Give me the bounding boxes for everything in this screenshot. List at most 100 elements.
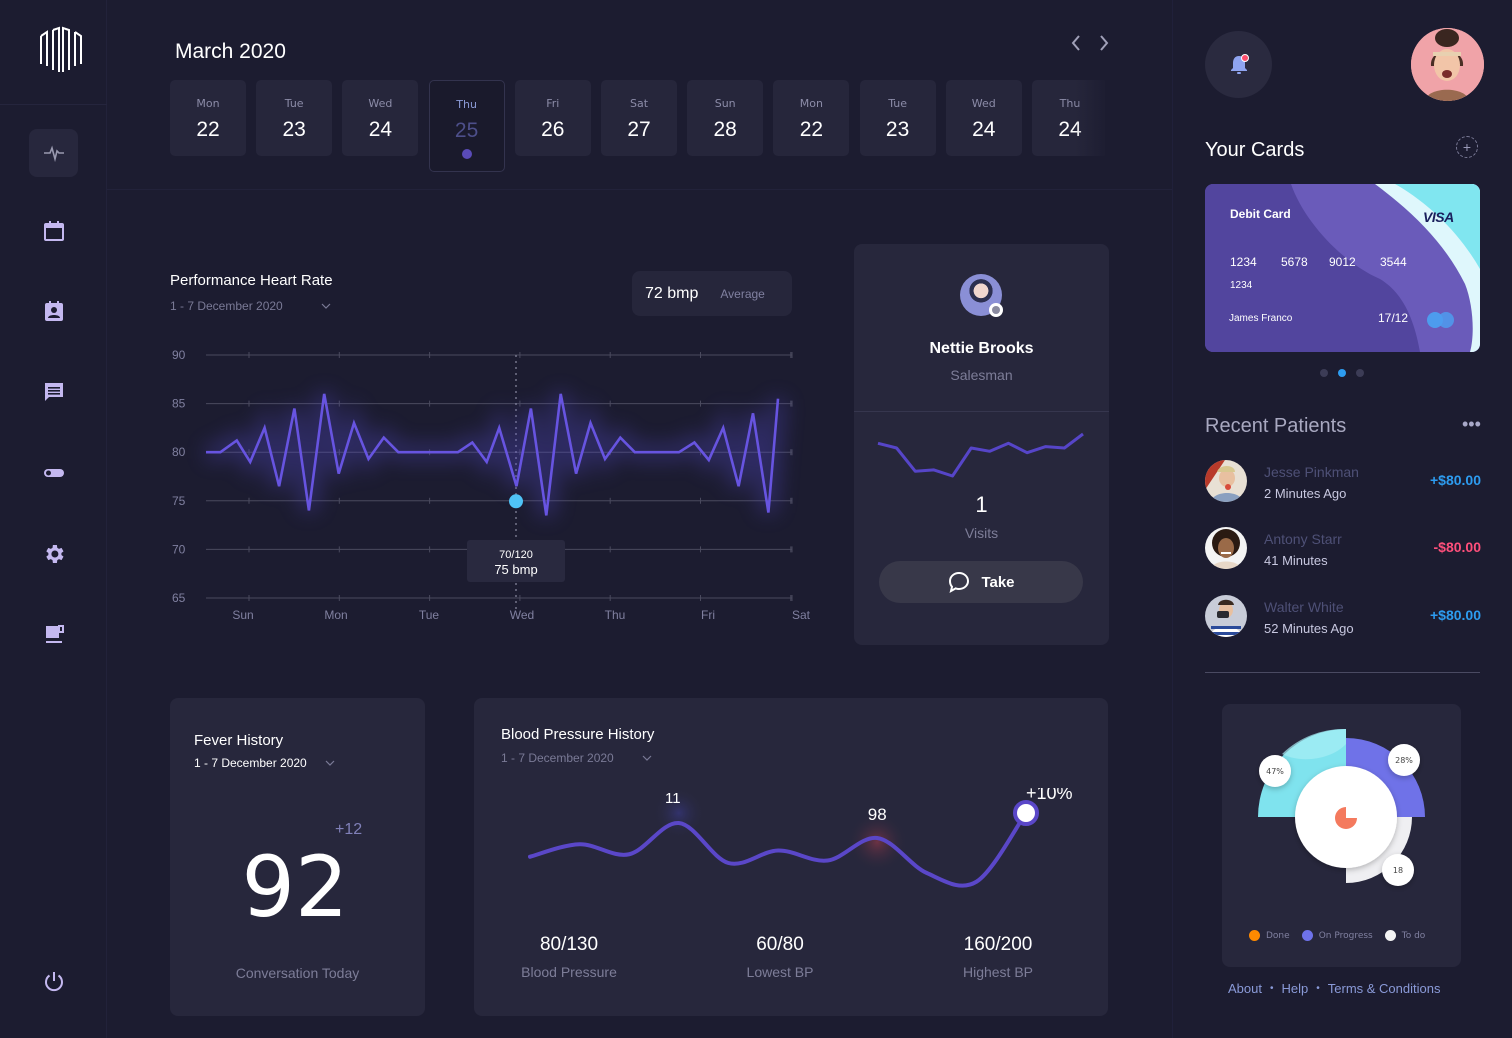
patient-item[interactable]: Walter White 52 Minutes Ago +$80.00	[1205, 595, 1481, 641]
calendar-day[interactable]: Tue 23	[859, 80, 936, 156]
header-divider	[107, 189, 1172, 190]
separator: •	[1316, 983, 1320, 994]
patient-time: 41 Minutes	[1264, 553, 1328, 568]
y-tick-label: 85	[172, 397, 186, 411]
nav-item-calendar[interactable]	[29, 207, 78, 255]
day-name: Fri	[546, 97, 560, 110]
legend-item-todo[interactable]: To do	[1384, 930, 1425, 941]
doctor-card: Nettie Brooks Salesman 1 Visits Take	[854, 244, 1109, 645]
day-number: 22	[799, 118, 824, 141]
sidebar	[0, 0, 107, 1038]
calendar-next-button[interactable]	[1096, 32, 1112, 54]
legend-swatch	[1249, 930, 1260, 941]
day-number: 28	[713, 118, 737, 141]
take-button[interactable]: Take	[879, 561, 1083, 603]
nav-item-toggles[interactable]	[29, 449, 78, 497]
calendar-day[interactable]: Wed 24	[342, 80, 419, 156]
brand-logo-icon[interactable]	[38, 26, 84, 74]
patient-item[interactable]: Jesse Pinkman 2 Minutes Ago +$80.00	[1205, 460, 1481, 506]
calendar-nav	[1068, 32, 1112, 54]
bp-stat-value: 80/130	[539, 934, 599, 955]
legend-swatch	[1301, 930, 1313, 941]
end-point[interactable]	[1013, 800, 1039, 826]
heart-rate-chart[interactable]: Sun Mon Tue Wed Thu Fri Sat 90 85 80 75 70 65	[160, 340, 810, 630]
fever-range-dropdown[interactable]: 1 - 7 December 2020	[194, 756, 335, 770]
day-name: Sat	[629, 97, 649, 110]
legend-label: On Progress	[1318, 930, 1373, 941]
about-link[interactable]: About	[1228, 981, 1262, 996]
day-name: Mon	[799, 97, 823, 110]
calendar-day[interactable]: Tue 23	[256, 80, 333, 156]
calendar-day[interactable]: Sat 27	[601, 80, 677, 156]
card-pager-dot[interactable]	[1338, 369, 1346, 377]
day-number: 23	[282, 118, 306, 141]
patient-name: Walter White	[1264, 599, 1344, 615]
visits-label: Visits	[964, 525, 999, 541]
legend-item-progress[interactable]: On Progress	[1301, 930, 1373, 941]
patient-time: 2 Minutes Ago	[1264, 486, 1347, 501]
calendar-day[interactable]: Sun 28	[687, 80, 764, 156]
card-pager-dot[interactable]	[1356, 369, 1364, 377]
calendar-day[interactable]: Thu 25	[428, 80, 505, 172]
peak-label: 98	[868, 805, 887, 824]
legend-label: Done	[1266, 930, 1290, 941]
y-tick-label: 80	[172, 445, 186, 459]
slice-label-todo: 18	[1393, 866, 1403, 875]
blood-pressure-chart[interactable]: 11 98 +10%	[474, 788, 1108, 928]
calendar-day[interactable]: Mon 22	[170, 80, 246, 156]
more-options-button[interactable]: •••	[1462, 414, 1481, 435]
patient-name: Jesse Pinkman	[1264, 464, 1359, 480]
user-avatar[interactable]	[1411, 28, 1484, 101]
legend-swatch	[1384, 930, 1396, 941]
toggle-icon	[43, 469, 64, 477]
logout-button[interactable]	[29, 957, 78, 1005]
x-tick-label: Fri	[701, 608, 715, 622]
help-link[interactable]: Help	[1282, 981, 1309, 996]
calendar-icon	[43, 221, 64, 241]
legend-item-done[interactable]: Done	[1249, 930, 1290, 941]
blood-pressure-card: Blood Pressure History 1 - 7 December 20…	[474, 698, 1108, 1016]
recent-patients-title: Recent Patients	[1205, 415, 1347, 437]
notifications-button[interactable]	[1205, 31, 1272, 98]
chevron-right-icon	[1100, 35, 1109, 51]
fever-range-label: 1 - 7 December 2020	[194, 756, 307, 770]
debit-card[interactable]: Debit Card VISA 1234 5678 9012 3544 1234…	[1205, 184, 1480, 352]
patient-time: 52 Minutes Ago	[1264, 621, 1354, 636]
bell-icon	[1230, 53, 1249, 74]
card-number-group: 1234	[1230, 255, 1257, 269]
add-card-button[interactable]: +	[1456, 136, 1478, 158]
patient-amount: -$80.00	[1433, 539, 1481, 555]
calendar-day[interactable]: Mon 22	[773, 80, 850, 156]
nav-item-contacts[interactable]	[29, 287, 78, 335]
patient-name: Antony Starr	[1264, 531, 1342, 547]
tasks-radial-chart[interactable]: 47% 28% 18	[1222, 704, 1461, 924]
tooltip-bp: 70/120	[499, 549, 533, 561]
nav-item-messages[interactable]	[29, 368, 78, 416]
bp-stat-label: Lowest BP	[746, 964, 814, 980]
tooltip-point[interactable]	[509, 494, 523, 509]
terms-link[interactable]: Terms & Conditions	[1328, 981, 1441, 996]
nav-item-settings[interactable]	[29, 530, 78, 578]
chat-bubble-icon	[949, 571, 970, 593]
patient-item[interactable]: Antony Starr 41 Minutes -$80.00	[1205, 527, 1481, 573]
card-number-extra: 1234	[1230, 280, 1253, 291]
chevron-down-icon	[321, 303, 331, 309]
bp-stat-average: 80/130 Blood Pressure	[489, 934, 649, 980]
tooltip-bpm: 75 bmp	[494, 562, 538, 577]
day-number: 25	[454, 119, 479, 142]
bp-range-dropdown[interactable]: 1 - 7 December 2020	[501, 751, 652, 765]
peak-label: 11	[665, 790, 681, 807]
card-pager-dot[interactable]	[1320, 369, 1328, 377]
calendar-day[interactable]: Wed 24	[945, 80, 1022, 156]
y-tick-label: 90	[172, 348, 186, 362]
nav-item-activity[interactable]	[29, 129, 78, 177]
nav-item-breaks[interactable]	[29, 610, 78, 658]
patient-avatar	[1205, 595, 1247, 637]
doctor-role: Salesman	[950, 367, 1013, 383]
day-number: 24	[972, 118, 996, 141]
heart-rate-range-dropdown[interactable]: 1 - 7 December 2020	[170, 299, 331, 313]
heart-rate-range-label: 1 - 7 December 2020	[170, 299, 283, 313]
calendar-day[interactable]: Fri 26	[514, 80, 591, 156]
power-icon	[44, 972, 63, 992]
calendar-prev-button[interactable]	[1068, 32, 1084, 54]
